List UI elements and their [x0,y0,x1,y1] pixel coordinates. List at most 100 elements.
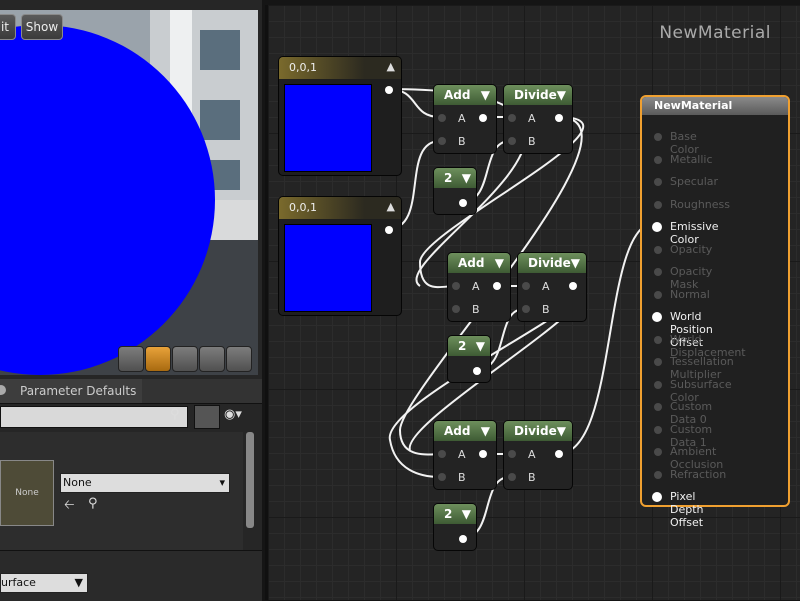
collapse-arrow-icon[interactable]: ▲ [387,200,395,213]
input-pin-b[interactable] [452,305,460,313]
result-input-pin[interactable] [654,178,662,186]
tab-parameter-defaults[interactable]: Parameter Defaults [0,379,142,403]
result-input-pin[interactable] [654,290,662,299]
input-pin-a[interactable] [522,282,530,290]
input-pin-a[interactable] [438,450,446,458]
result-input-pin[interactable] [654,380,662,389]
output-pin[interactable] [479,450,487,458]
input-pin-a[interactable] [508,114,516,122]
result-input-label: Opacity [670,242,713,256]
input-pin-b[interactable] [438,137,446,145]
output-pin[interactable] [385,86,393,94]
cylinder-icon[interactable] [118,346,144,372]
details-tabbar: Parameter Defaults [0,379,262,404]
input-pin-a[interactable] [452,282,460,290]
sphere-icon[interactable] [145,346,171,372]
output-pin[interactable] [493,282,501,290]
cube-icon[interactable] [199,346,225,372]
viewport-scene [0,10,258,375]
result-input-pin[interactable] [654,133,662,141]
result-input-pin[interactable] [654,403,662,411]
pin-label-a: A [458,448,466,461]
input-pin-b[interactable] [508,473,516,481]
result-input-pin[interactable] [652,312,662,322]
teapot-icon[interactable] [226,346,252,372]
constant-2-node-3[interactable]: 2 ▼ [433,503,477,551]
constant-2-value: 2 [458,339,467,353]
chevron-down-icon[interactable]: ▼ [481,85,490,105]
result-input-pin[interactable] [654,335,662,344]
result-input-pin[interactable] [652,492,662,502]
add-node-1[interactable]: Add ▼ A B [433,84,497,154]
constant-2-node-2[interactable]: 2 ▼ [447,335,491,383]
result-input-pin[interactable] [654,200,662,209]
result-input-label: Normal [670,287,710,301]
result-input-label: Specular [670,175,719,188]
preview-viewport[interactable]: it Show [0,10,258,375]
output-pin[interactable] [385,226,393,234]
browse-icon[interactable]: ⚲ [88,496,98,511]
pin-label-a: A [458,112,466,125]
pin-label-b: B [528,135,536,148]
output-pin[interactable] [555,450,563,458]
chevron-down-icon[interactable]: ▼ [557,85,566,105]
scrollbar[interactable] [246,432,254,528]
result-input-pin[interactable] [654,425,662,434]
search-icon[interactable]: ⚲ [170,407,180,422]
texture-thumbnail[interactable]: None [0,460,54,526]
add-node-2[interactable]: Add ▼ A B [447,252,511,322]
chevron-down-icon[interactable]: ▼ [481,421,490,441]
result-input-pin[interactable] [654,268,662,276]
view-options-button[interactable] [194,405,220,429]
output-pin[interactable] [459,199,467,207]
input-pin-a[interactable] [438,114,446,122]
result-input-pin[interactable] [654,155,662,164]
texture-combo-value: None [63,476,92,489]
result-input-pin[interactable] [652,222,662,232]
result-input-label: Refraction [670,467,727,481]
output-pin[interactable] [569,282,577,290]
show-button[interactable]: Show [21,14,63,40]
texture-combo[interactable]: None ▾ [60,473,230,493]
pin-label-a: A [472,280,480,293]
input-pin-a[interactable] [508,450,516,458]
divide-node-2[interactable]: Divide ▼ A B [517,252,587,322]
add-node-3[interactable]: Add ▼ A B [433,420,497,490]
graph-title: NewMaterial [659,23,771,43]
plane-icon[interactable] [172,346,198,372]
chevron-down-icon[interactable]: ▼ [476,336,485,356]
result-input-pin[interactable] [654,358,662,366]
result-input-pin[interactable] [654,245,662,254]
pin-label-a: A [528,112,536,125]
input-pin-b[interactable] [438,473,446,481]
output-pin[interactable] [555,114,563,122]
lit-button[interactable]: it [0,14,16,40]
add-node-title: Add [458,256,485,270]
input-pin-b[interactable] [522,305,530,313]
chevron-down-icon[interactable]: ▼ [495,253,504,273]
output-pin[interactable] [479,114,487,122]
chevron-down-icon[interactable]: ▼ [462,168,471,188]
constant-2-value: 2 [444,171,453,185]
constant-node-1[interactable]: 0,0,1 ▲ [278,56,402,176]
divide-node-3[interactable]: Divide ▼ A B [503,420,573,490]
constant-2-node-1[interactable]: 2 ▼ [433,167,477,215]
chevron-down-icon[interactable]: ▼ [571,253,580,273]
collapse-arrow-icon[interactable]: ▲ [387,60,395,73]
input-pin-b[interactable] [508,137,516,145]
output-pin[interactable] [473,367,481,375]
chevron-down-icon[interactable]: ▼ [557,421,566,441]
output-pin[interactable] [459,535,467,543]
material-result-node[interactable]: NewMaterial Base Color Metallic Specular Ro… [640,95,790,529]
result-input-pin[interactable] [654,448,662,456]
color-swatch [284,84,372,172]
constant-node-2[interactable]: 0,0,1 ▲ [278,196,402,316]
divide-node-title: Divide [514,424,557,438]
eye-icon[interactable]: ◉▾ [224,407,242,422]
divide-node-1[interactable]: Divide ▼ A B [503,84,573,154]
chevron-down-icon[interactable]: ▼ [462,504,471,524]
search-input[interactable] [0,406,188,428]
arrow-left-icon[interactable]: 🡠 [64,496,75,518]
result-input-pin[interactable] [654,470,662,479]
blend-mode-combo[interactable]: urface ▼ [0,573,88,593]
